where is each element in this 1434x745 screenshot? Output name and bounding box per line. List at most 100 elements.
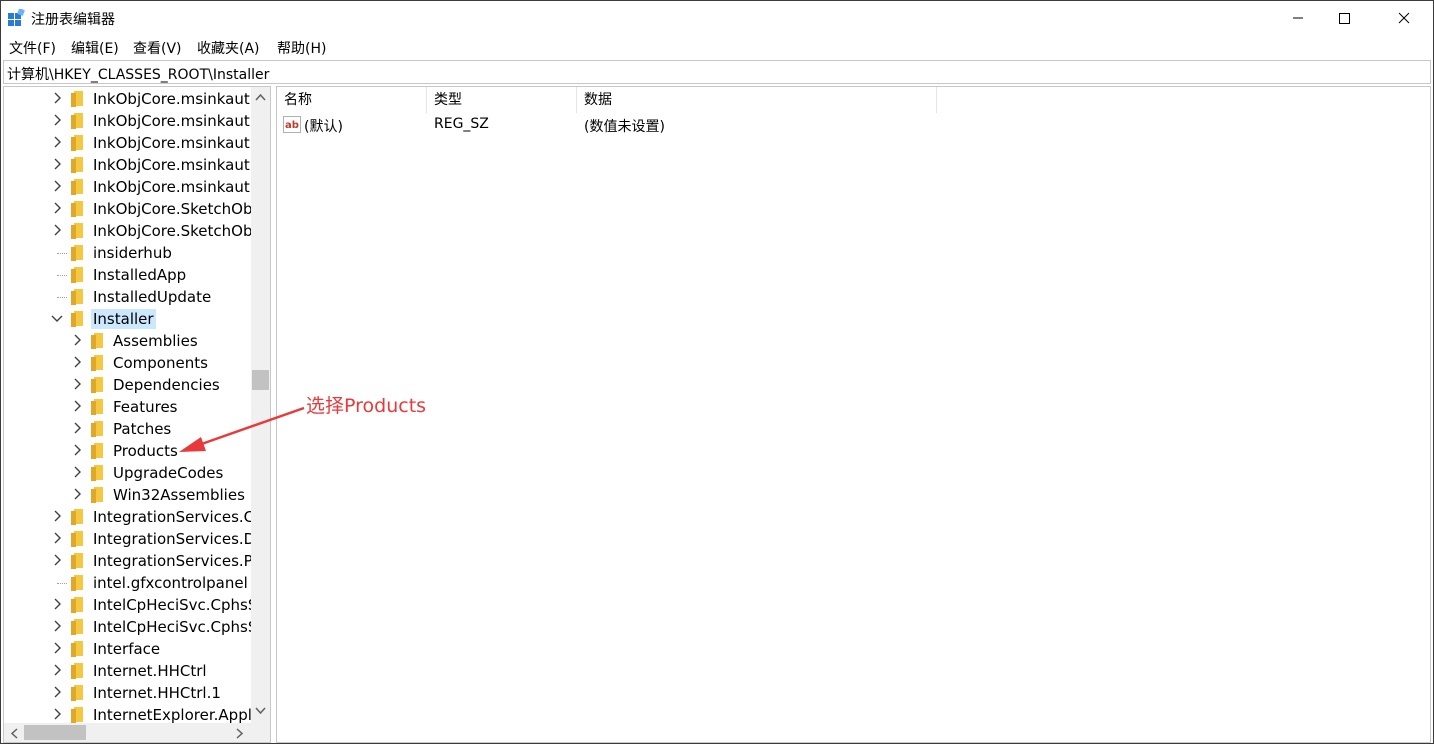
tree-horizontal-scrollbar[interactable] bbox=[4, 723, 253, 742]
tree-item[interactable]: IntegrationServices.D bbox=[4, 528, 255, 550]
address-bar[interactable]: 计算机\HKEY_CLASSES_ROOT\Installer bbox=[3, 60, 1431, 84]
menu-edit[interactable]: 编辑(E) bbox=[71, 38, 119, 58]
values-list-pane[interactable]: 名称 类型 数据 ab (默认) REG_SZ (数值未设置) bbox=[276, 86, 1431, 743]
folder-icon bbox=[71, 157, 83, 173]
chevron-right-icon[interactable] bbox=[51, 686, 63, 698]
scrollbar-corner bbox=[251, 723, 270, 742]
minimize-icon bbox=[1293, 17, 1303, 19]
tree-item-label: insiderhub bbox=[93, 244, 172, 262]
chevron-right-icon[interactable] bbox=[51, 202, 63, 214]
tree-item[interactable]: Interface bbox=[4, 638, 252, 660]
chevron-right-icon[interactable] bbox=[51, 532, 63, 544]
tree-item[interactable]: InkObjCore.SketchObj bbox=[4, 220, 257, 242]
menu-help[interactable]: 帮助(H) bbox=[277, 38, 326, 58]
tree-item[interactable]: InstalledUpdate bbox=[4, 286, 252, 308]
chevron-right-icon[interactable] bbox=[71, 466, 83, 478]
folder-icon bbox=[71, 201, 83, 217]
tree-item-label: InstalledUpdate bbox=[93, 288, 212, 306]
chevron-right-icon[interactable] bbox=[71, 444, 83, 456]
tree-item[interactable]: Patches bbox=[4, 418, 252, 440]
chevron-right-icon[interactable] bbox=[51, 158, 63, 170]
folder-icon bbox=[91, 443, 103, 459]
chevron-right-icon[interactable] bbox=[51, 708, 63, 720]
tree-item-label: IntelCpHeciSvc.CphsS bbox=[93, 618, 258, 636]
column-header-type[interactable]: 类型 bbox=[427, 87, 577, 113]
tree-item[interactable]: InkObjCore.SketchObj bbox=[4, 198, 257, 220]
scroll-left-icon[interactable] bbox=[10, 728, 18, 739]
column-header-data[interactable]: 数据 bbox=[577, 87, 937, 113]
menu-file[interactable]: 文件(F) bbox=[9, 38, 56, 58]
chevron-right-icon[interactable] bbox=[71, 334, 83, 346]
tree-item-label: IntegrationServices.Co bbox=[93, 508, 264, 526]
close-icon bbox=[1398, 12, 1410, 24]
maximize-button[interactable] bbox=[1321, 1, 1367, 35]
tree-item-label: Products bbox=[113, 442, 178, 460]
column-header-name[interactable]: 名称 bbox=[277, 87, 427, 113]
chevron-right-icon[interactable] bbox=[71, 378, 83, 390]
chevron-right-icon[interactable] bbox=[51, 598, 63, 610]
tree-item[interactable]: Win32Assemblies bbox=[4, 484, 252, 506]
chevron-right-icon[interactable] bbox=[51, 554, 63, 566]
title-bar[interactable]: 注册表编辑器 bbox=[1, 1, 1433, 35]
tree-item[interactable]: intel.gfxcontrolpanel bbox=[4, 572, 252, 594]
tree-item[interactable]: InkObjCore.msinkaut.I bbox=[4, 154, 259, 176]
vertical-scroll-thumb[interactable] bbox=[252, 370, 269, 390]
chevron-right-icon[interactable] bbox=[51, 136, 63, 148]
scroll-up-icon[interactable] bbox=[255, 93, 266, 101]
tree-item-label: Patches bbox=[113, 420, 172, 438]
tree-vertical-scrollbar[interactable] bbox=[251, 87, 270, 723]
tree-item[interactable]: IntelCpHeciSvc.CphsS bbox=[4, 616, 257, 638]
chevron-right-icon[interactable] bbox=[71, 356, 83, 368]
tree-item-label: InkObjCore.SketchObj bbox=[93, 222, 257, 240]
horizontal-scroll-thumb[interactable] bbox=[24, 725, 86, 740]
key-tree-pane[interactable]: InkObjCore.msinkaut.I InkObjCore.msinkaut… bbox=[3, 86, 271, 743]
tree-item[interactable]: Internet.HHCtrl.1 bbox=[4, 682, 252, 704]
tree-item-label: IntegrationServices.Pa bbox=[93, 552, 262, 570]
chevron-right-icon[interactable] bbox=[71, 488, 83, 500]
value-row[interactable]: ab (默认) REG_SZ (数值未设置) bbox=[277, 114, 1277, 136]
close-button[interactable] bbox=[1381, 1, 1427, 35]
folder-icon bbox=[71, 685, 83, 701]
tree-item[interactable]: Dependencies bbox=[4, 374, 252, 396]
tree-item[interactable]: Assemblies bbox=[4, 330, 252, 352]
tree-item[interactable]: InstalledApp bbox=[4, 264, 252, 286]
folder-icon bbox=[91, 487, 103, 503]
folder-icon bbox=[71, 509, 83, 525]
tree-item[interactable]: insiderhub bbox=[4, 242, 252, 264]
minimize-button[interactable] bbox=[1275, 1, 1321, 35]
tree-item[interactable]: UpgradeCodes bbox=[4, 462, 252, 484]
folder-icon bbox=[71, 663, 83, 679]
chevron-right-icon[interactable] bbox=[51, 620, 63, 632]
tree-item-label: InternetExplorer.Appl bbox=[93, 706, 252, 724]
tree-item[interactable]: Installer bbox=[4, 308, 252, 330]
tree-connector bbox=[57, 297, 67, 298]
tree-item[interactable]: Features bbox=[4, 396, 252, 418]
menu-view[interactable]: 查看(V) bbox=[133, 38, 182, 58]
tree-item[interactable]: IntegrationServices.Pa bbox=[4, 550, 261, 572]
scroll-down-icon[interactable] bbox=[255, 707, 266, 715]
chevron-down-icon[interactable] bbox=[51, 312, 63, 324]
chevron-right-icon[interactable] bbox=[51, 114, 63, 126]
menu-favorites[interactable]: 收藏夹(A) bbox=[197, 38, 260, 58]
tree-item[interactable]: Products bbox=[4, 440, 252, 462]
chevron-right-icon[interactable] bbox=[51, 664, 63, 676]
chevron-right-icon[interactable] bbox=[51, 224, 63, 236]
chevron-right-icon[interactable] bbox=[51, 180, 63, 192]
tree-item[interactable]: InkObjCore.msinkaut.I bbox=[4, 110, 259, 132]
window-title: 注册表编辑器 bbox=[31, 12, 115, 28]
folder-icon bbox=[91, 399, 103, 415]
tree-item[interactable]: Internet.HHCtrl bbox=[4, 660, 252, 682]
tree-item[interactable]: InkObjCore.msinkaut.I bbox=[4, 176, 259, 198]
chevron-right-icon[interactable] bbox=[51, 510, 63, 522]
tree-item[interactable]: IntelCpHeciSvc.CphsS bbox=[4, 594, 257, 616]
chevron-right-icon[interactable] bbox=[71, 400, 83, 412]
tree-item[interactable]: InkObjCore.msinkaut.I bbox=[4, 88, 259, 110]
tree-item[interactable]: Components bbox=[4, 352, 252, 374]
chevron-right-icon[interactable] bbox=[71, 422, 83, 434]
value-data: (数值未设置) bbox=[584, 119, 665, 135]
chevron-right-icon[interactable] bbox=[51, 92, 63, 104]
scroll-right-icon[interactable] bbox=[236, 728, 244, 739]
tree-item[interactable]: IntegrationServices.Co bbox=[4, 506, 263, 528]
chevron-right-icon[interactable] bbox=[51, 642, 63, 654]
tree-item[interactable]: InkObjCore.msinkaut.I bbox=[4, 132, 259, 154]
